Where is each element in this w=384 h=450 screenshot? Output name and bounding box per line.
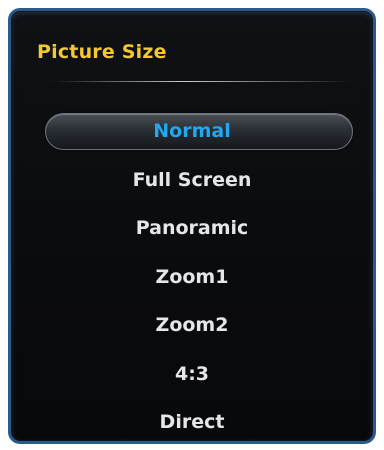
option-panoramic[interactable]: Panoramic — [11, 204, 373, 253]
option-normal[interactable]: Normal — [11, 107, 373, 156]
menu-title: Picture Size — [37, 41, 167, 63]
picture-size-menu: Picture Size Normal Full Screen Panorami… — [8, 8, 376, 444]
option-label: Zoom2 — [155, 314, 229, 336]
title-divider — [51, 81, 351, 82]
option-zoom2[interactable]: Zoom2 — [11, 301, 373, 350]
option-label: Full Screen — [132, 168, 252, 191]
option-label: 4:3 — [174, 362, 210, 385]
option-label: Zoom1 — [155, 265, 229, 288]
option-4-3[interactable]: 4:3 — [11, 350, 373, 399]
option-full-screen[interactable]: Full Screen — [11, 156, 373, 205]
option-direct[interactable]: Direct — [11, 398, 373, 447]
option-label: Panoramic — [135, 217, 249, 239]
picture-size-options: Normal Full Screen Panoramic Zoom1 Zoom2… — [11, 107, 373, 447]
option-zoom1[interactable]: Zoom1 — [11, 253, 373, 302]
option-label: Normal — [153, 120, 231, 142]
option-label: Direct — [159, 411, 225, 433]
